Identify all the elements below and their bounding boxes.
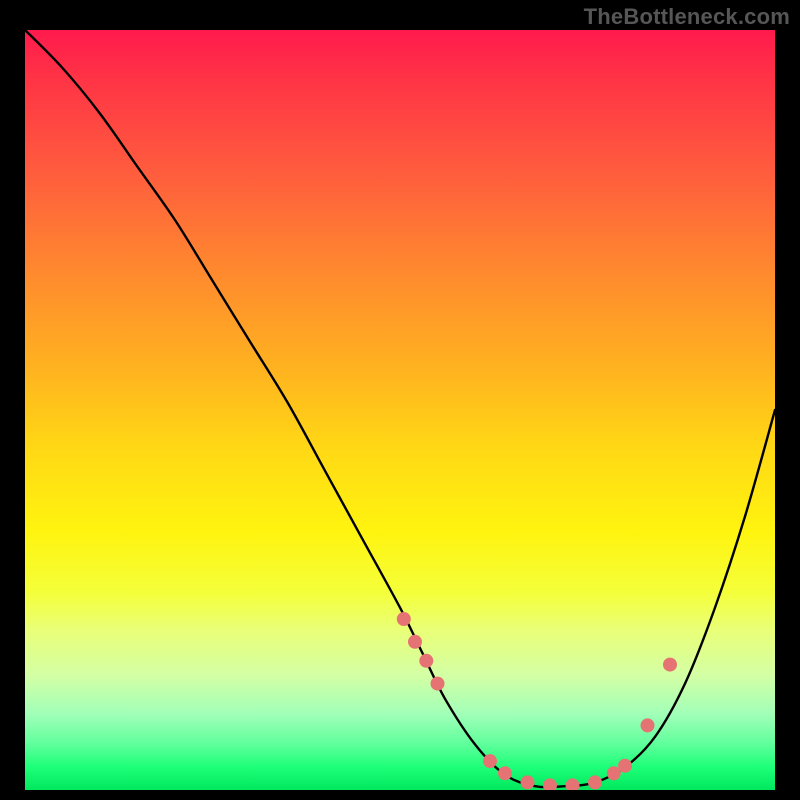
watermark-text: TheBottleneck.com [584,4,790,30]
marker-point [543,778,557,790]
marker-point [431,677,445,691]
marker-point [397,612,411,626]
chart-plot [25,30,775,790]
marker-point [566,778,580,790]
marker-point [663,658,677,672]
marker-point [498,766,512,780]
marker-point [521,775,535,789]
marker-point [419,654,433,668]
marker-point [408,635,422,649]
plot-inner [25,30,775,790]
marker-point [483,754,497,768]
marker-group [397,612,677,790]
curve-layer [25,30,775,790]
marker-point [641,718,655,732]
bottleneck-curve [25,30,775,787]
image-frame: TheBottleneck.com [0,0,800,800]
marker-point [618,759,632,773]
marker-point [588,775,602,789]
